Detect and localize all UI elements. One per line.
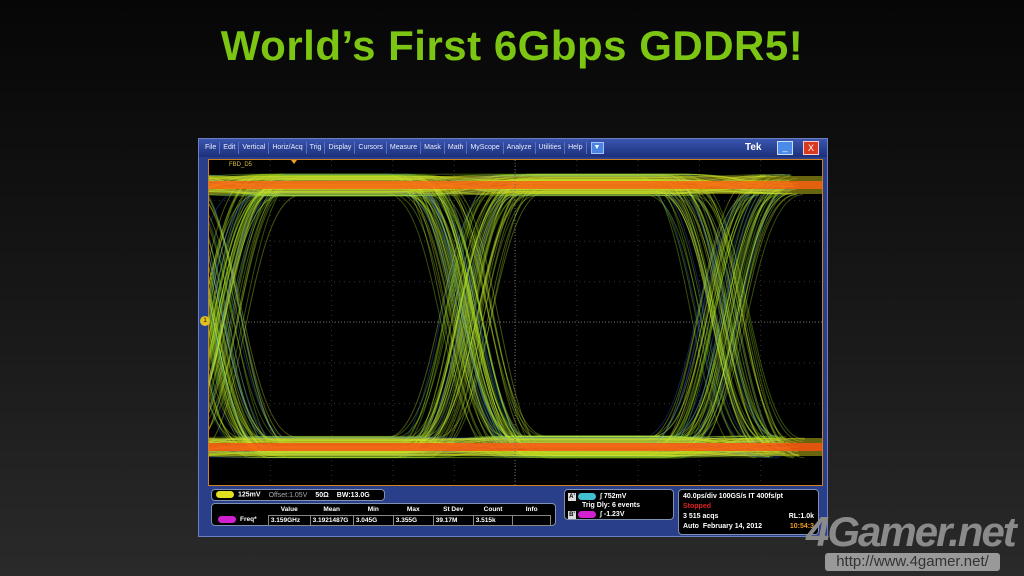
channel-readout[interactable]: 125mV Offset:1.05V 50Ω BW:13.0G (211, 489, 385, 501)
menu-item-myscope[interactable]: MyScope (467, 142, 504, 154)
trigger-mode: Auto (683, 523, 699, 530)
menu-item-mask[interactable]: Mask (421, 142, 445, 154)
channel-scale: 125mV (238, 491, 261, 499)
watermark-url: http://www.4gamer.net/ (825, 553, 1000, 571)
minimize-button[interactable]: _ (777, 141, 793, 155)
trigger-a-level: 752mV (603, 493, 627, 500)
measurement-value: 3.159GHz (267, 514, 311, 526)
menu-item-file[interactable]: File (202, 142, 221, 154)
menu-bar: File Edit Vertical Horiz/Acq Trig Display Curs… (199, 139, 827, 157)
menu-item-cursors[interactable]: Cursors (355, 142, 387, 154)
menu-dropdown-button[interactable]: ▼ (590, 142, 604, 154)
measurement-header: Mean (323, 506, 341, 514)
waveform-label: FBD_D5 (229, 162, 253, 168)
menu-item-analyze[interactable]: Analyze (504, 142, 536, 154)
channel-pill-icon (216, 491, 234, 499)
acquisition-readout[interactable]: 40.0ps/div 100GS/s IT 400fs/pt Stopped 3… (678, 489, 819, 535)
slide-title: World’s First 6Gbps GDDR5! (220, 22, 804, 69)
trigger-b-tag: B' (568, 511, 576, 519)
eye-diagram-plot: FBD_D5 (208, 159, 823, 486)
eye-diagram-traces (209, 160, 822, 485)
4gamer-watermark-logo: 4Gamer.net (806, 508, 1017, 555)
menu-item-measure[interactable]: Measure (387, 142, 422, 154)
measurement-pill-icon (218, 516, 236, 524)
channel-impedance: 50Ω (315, 491, 329, 499)
channel-level-marker[interactable]: 1 (200, 316, 210, 326)
trigger-position-marker (291, 160, 297, 164)
menu-item-trig[interactable]: Trig (307, 142, 326, 154)
timebase: 40.0ps/div 100GS/s IT 400fs/pt (683, 493, 783, 500)
trace-group (209, 173, 805, 459)
measurement-value: 39.17M (432, 514, 474, 526)
measurement-header: Value (280, 506, 298, 514)
measurement-value: 3.045G (352, 514, 394, 526)
acquisition-count: 3 515 acqs (683, 513, 719, 520)
trigger-a-channel-icon (578, 492, 596, 500)
trigger-b-channel-icon (578, 510, 596, 518)
measurement-header: Min (367, 506, 379, 514)
menu-item-vertical[interactable]: Vertical (239, 142, 270, 154)
date: February 14, 2012 (702, 523, 762, 530)
oscilloscope-window: File Edit Vertical Horiz/Acq Trig Display Curs… (198, 138, 828, 537)
measurement-value: 3.1921487G (309, 514, 354, 526)
measurement-header: Max (406, 506, 420, 514)
trigger-b-level: -1.23V (603, 511, 625, 518)
channel-bandwidth: BW:13.0G (336, 491, 370, 499)
measurement-header: Count (483, 506, 503, 514)
menu-item-math[interactable]: Math (445, 142, 468, 154)
menu-item-utilities[interactable]: Utilities (536, 142, 566, 154)
trigger-delay: Trig Dly: 6 events (582, 502, 640, 509)
trigger-a-tag: A' (568, 493, 576, 501)
channel-offset: Offset:1.05V (268, 491, 308, 499)
menu-item-edit[interactable]: Edit (220, 142, 240, 154)
close-button[interactable]: X (803, 141, 819, 155)
measurement-table: Value Mean Min Max St Dev Count Info Freq* 3.15… (211, 503, 556, 526)
menu-item-help[interactable]: Help (565, 142, 587, 154)
acquisition-status: Stopped (683, 503, 711, 510)
measurement-value: 3.515k (472, 514, 514, 526)
menu-item-horizacq[interactable]: Horiz/Acq (269, 142, 307, 154)
menu-item-display[interactable]: Display (325, 142, 356, 154)
measurement-value: 3.355G (392, 514, 434, 526)
measurement-header: Info (525, 506, 538, 514)
measurement-name: Freq* (240, 516, 257, 524)
trigger-readout[interactable]: A' ∫ 752mV Trig Dly: 6 events B' ∫ -1.23V (564, 489, 674, 520)
measurement-header: St Dev (443, 506, 464, 514)
level-peak (209, 443, 822, 451)
tek-logo: Tek (745, 142, 762, 153)
measurement-value (512, 514, 551, 526)
